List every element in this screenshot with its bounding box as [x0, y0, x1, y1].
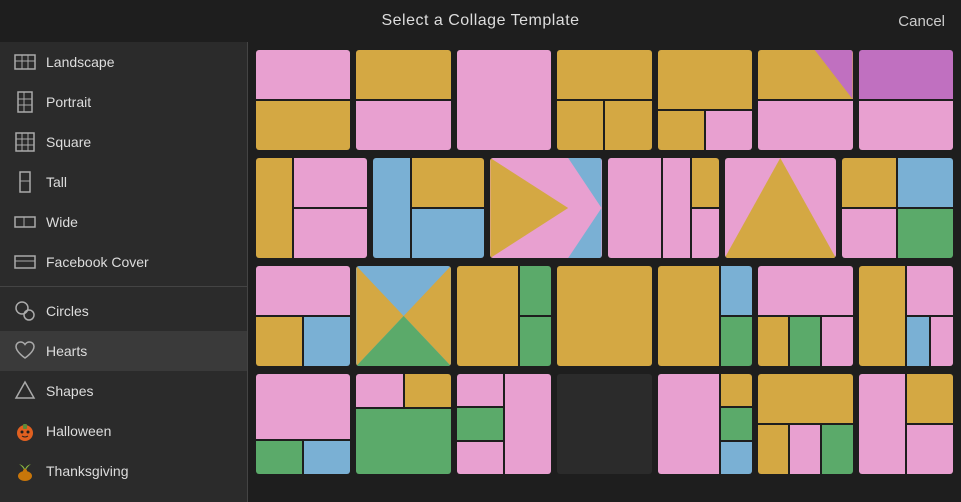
sidebar-item-label: Shapes	[46, 383, 93, 399]
template-card[interactable]	[758, 266, 852, 366]
sidebar-item-halloween[interactable]: Halloween	[0, 411, 247, 451]
template-card[interactable]	[557, 50, 651, 150]
template-row-3	[256, 266, 953, 366]
template-card[interactable]	[658, 50, 752, 150]
sidebar-item-label: Thanksgiving	[46, 463, 129, 479]
header: Select a Collage Template Cancel	[0, 0, 961, 42]
template-card[interactable]	[608, 158, 719, 258]
sidebar-item-label: Halloween	[46, 423, 111, 439]
template-row-4	[256, 374, 953, 474]
sidebar-item-hearts[interactable]: Hearts	[0, 331, 247, 371]
sidebar-item-landscape[interactable]: Landscape	[0, 42, 247, 82]
thanksgiving-icon	[14, 460, 36, 482]
template-card[interactable]	[256, 266, 350, 366]
template-card[interactable]	[557, 374, 651, 474]
template-card[interactable]	[256, 158, 367, 258]
main-layout: Landscape Portrait	[0, 42, 961, 502]
template-card[interactable]	[758, 50, 852, 150]
sidebar-divider	[0, 286, 247, 287]
wide-icon	[14, 211, 36, 233]
template-row-2	[256, 158, 953, 258]
sidebar-item-circles[interactable]: Circles	[0, 291, 247, 331]
sidebar-item-shapes[interactable]: Shapes	[0, 371, 247, 411]
template-card[interactable]	[356, 374, 450, 474]
sidebar-item-label: Landscape	[46, 54, 115, 70]
template-card[interactable]	[658, 266, 752, 366]
halloween-icon	[14, 420, 36, 442]
template-card[interactable]	[356, 50, 450, 150]
template-card[interactable]	[557, 266, 651, 366]
facebook-cover-icon	[14, 251, 36, 273]
sidebar-item-label: Portrait	[46, 94, 91, 110]
template-card[interactable]	[758, 374, 852, 474]
sidebar-item-facebook-cover[interactable]: Facebook Cover	[0, 242, 247, 282]
cancel-button[interactable]: Cancel	[898, 13, 945, 30]
sidebar: Landscape Portrait	[0, 42, 248, 502]
dialog-title: Select a Collage Template	[381, 12, 579, 30]
template-card[interactable]	[356, 266, 450, 366]
template-card[interactable]	[725, 158, 836, 258]
template-card[interactable]	[842, 158, 953, 258]
portrait-icon	[14, 91, 36, 113]
sidebar-item-label: Hearts	[46, 343, 87, 359]
template-card[interactable]	[256, 50, 350, 150]
sidebar-item-tall[interactable]: Tall	[0, 162, 247, 202]
tall-icon	[14, 171, 36, 193]
sidebar-item-label: Wide	[46, 214, 78, 230]
template-card[interactable]	[490, 158, 601, 258]
sidebar-item-wide[interactable]: Wide	[0, 202, 247, 242]
template-card[interactable]	[859, 266, 953, 366]
template-row-1	[256, 50, 953, 150]
template-card[interactable]	[658, 374, 752, 474]
sidebar-item-christmas[interactable]: Christmas	[0, 491, 247, 502]
sidebar-item-label: Circles	[46, 303, 89, 319]
template-card[interactable]	[457, 266, 551, 366]
sidebar-item-label: Facebook Cover	[46, 254, 149, 270]
sidebar-item-portrait[interactable]: Portrait	[0, 82, 247, 122]
template-card[interactable]	[256, 374, 350, 474]
hearts-icon	[14, 340, 36, 362]
template-card[interactable]	[859, 50, 953, 150]
sidebar-item-square[interactable]: Square	[0, 122, 247, 162]
circles-icon	[14, 300, 36, 322]
collage-content	[248, 42, 961, 502]
template-card[interactable]	[457, 50, 551, 150]
template-card[interactable]	[457, 374, 551, 474]
shapes-icon	[14, 380, 36, 402]
template-card[interactable]	[859, 374, 953, 474]
sidebar-item-label: Square	[46, 134, 91, 150]
sidebar-item-label: Tall	[46, 174, 67, 190]
template-card[interactable]	[373, 158, 484, 258]
square-icon	[14, 131, 36, 153]
landscape-icon	[14, 51, 36, 73]
sidebar-item-thanksgiving[interactable]: Thanksgiving	[0, 451, 247, 491]
